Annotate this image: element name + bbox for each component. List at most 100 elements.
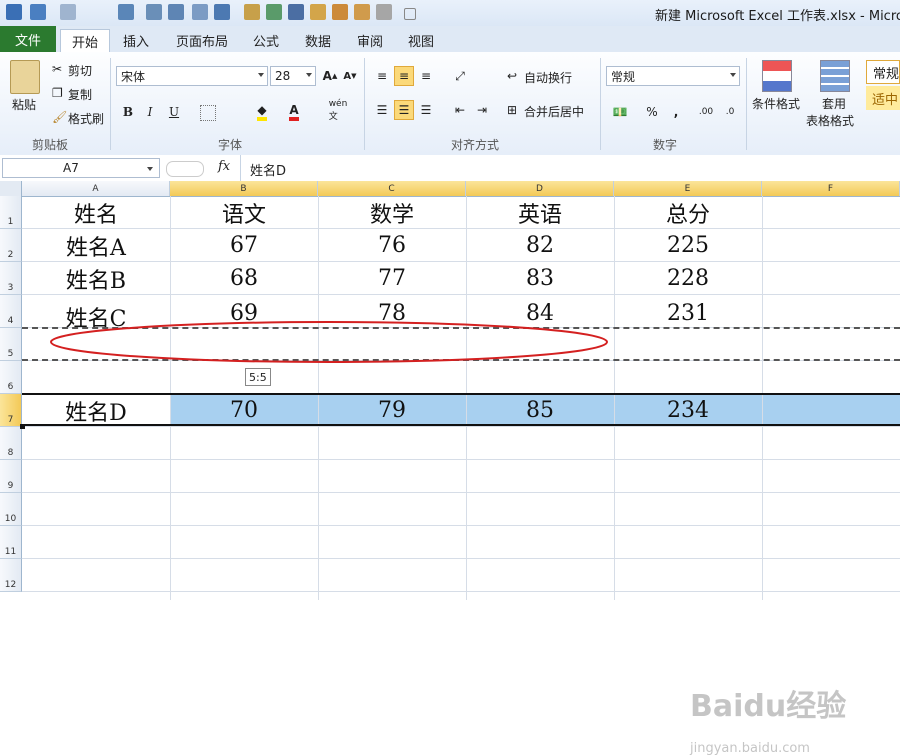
open-icon[interactable] — [310, 4, 326, 20]
decrease-decimal-icon[interactable]: .0 — [720, 102, 740, 122]
column-header-f[interactable]: F — [762, 181, 900, 196]
phonetic-icon[interactable]: wén 文 — [328, 99, 348, 122]
row-header-9[interactable]: 9 — [0, 460, 22, 493]
font-size-select[interactable]: 28 — [270, 66, 316, 86]
tab-formulas[interactable]: 公式 — [244, 29, 288, 52]
decrease-indent-icon[interactable]: ⇤ — [450, 100, 470, 120]
row-header-3[interactable]: 3 — [0, 262, 22, 295]
row-header-6[interactable]: 6 — [0, 361, 22, 394]
spreadsheet-grid[interactable]: A B C D E F 1 2 3 4 5 6 7 8 9 10 11 12 姓… — [0, 181, 900, 756]
row-header-10[interactable]: 10 — [0, 493, 22, 526]
cell-e3[interactable]: 228 — [614, 263, 762, 294]
style-neutral[interactable]: 适中 — [866, 86, 900, 110]
align-middle-icon[interactable]: ≡ — [394, 66, 414, 86]
font-name-select[interactable]: 宋体 — [116, 66, 268, 86]
row-header-5[interactable]: 5 — [0, 328, 22, 361]
tab-file[interactable]: 文件 — [0, 26, 56, 52]
table-format-label-b[interactable]: 表格格式 — [806, 112, 854, 129]
tab-page-layout[interactable]: 页面布局 — [168, 29, 236, 52]
macro-icon[interactable] — [266, 4, 282, 20]
paste-icon[interactable] — [10, 60, 40, 94]
cell-a1[interactable]: 姓名 — [22, 197, 170, 228]
cell-b1[interactable]: 语文 — [170, 197, 318, 228]
cut-button[interactable]: 剪切 — [68, 62, 92, 79]
format-painter-icon[interactable]: 🖌 — [52, 110, 67, 124]
bold-button[interactable]: B — [118, 102, 138, 122]
tab-insert[interactable]: 插入 — [114, 29, 158, 52]
formula-bar-resize-handle[interactable] — [166, 161, 204, 177]
copy-icon[interactable]: ❐ — [52, 86, 63, 100]
tab-review[interactable]: 审阅 — [348, 29, 392, 52]
fill-color-icon[interactable]: ◆ — [252, 102, 272, 122]
cell-c2[interactable]: 76 — [318, 230, 466, 261]
column-header-a[interactable]: A — [22, 181, 170, 196]
cell-b3[interactable]: 68 — [170, 263, 318, 294]
cell-a2[interactable]: 姓名A — [22, 230, 170, 261]
wrap-text-icon[interactable]: ↩ — [502, 66, 522, 86]
tab-view[interactable]: 视图 — [399, 29, 443, 52]
column-header-e[interactable]: E — [614, 181, 762, 196]
increase-indent-icon[interactable]: ⇥ — [472, 100, 492, 120]
align-right-icon[interactable]: ☰ — [416, 100, 436, 120]
cell-c1[interactable]: 数学 — [318, 197, 466, 228]
copy-button[interactable]: 复制 — [68, 86, 92, 103]
save-icon[interactable] — [6, 4, 22, 20]
merge-center-icon[interactable]: ⊞ — [502, 100, 522, 120]
shrink-font-button[interactable]: A ▼ — [340, 66, 360, 86]
table-icon[interactable] — [214, 4, 230, 20]
cell-e2[interactable]: 225 — [614, 230, 762, 261]
print-preview-icon[interactable] — [146, 4, 162, 20]
align-bottom-icon[interactable]: ≡ — [416, 66, 436, 86]
print-icon[interactable] — [168, 4, 184, 20]
form-icon[interactable] — [118, 4, 134, 20]
number-format-select[interactable]: 常规 — [606, 66, 740, 86]
cell-e1[interactable]: 总分 — [614, 197, 762, 228]
conditional-format-icon[interactable] — [762, 60, 792, 92]
format-painter-button[interactable]: 格式刷 — [68, 110, 104, 127]
cell-a3[interactable]: 姓名B — [22, 263, 170, 294]
redo-icon[interactable] — [60, 4, 76, 20]
orientation-icon[interactable]: ⤢ — [450, 66, 470, 86]
currency-icon[interactable]: 💵 — [610, 102, 630, 122]
conditional-format-button[interactable]: 条件格式 — [752, 95, 800, 112]
fill-handle[interactable] — [20, 424, 25, 429]
filter-icon[interactable] — [288, 4, 304, 20]
undo-icon[interactable] — [30, 4, 46, 20]
preview-icon[interactable] — [192, 4, 208, 20]
tools-icon[interactable] — [332, 4, 348, 20]
align-center-icon[interactable]: ☰ — [394, 100, 414, 120]
paste-button[interactable]: 粘贴 — [12, 96, 36, 113]
column-header-c[interactable]: C — [318, 181, 466, 196]
select-all-corner[interactable] — [0, 181, 22, 196]
column-header-b[interactable]: B — [170, 181, 318, 196]
customize-toolbar-icon[interactable] — [404, 8, 416, 20]
share-icon[interactable] — [354, 4, 370, 20]
row-header-12[interactable]: 12 — [0, 559, 22, 592]
scissors-icon[interactable]: ✂ — [52, 62, 62, 76]
tab-data[interactable]: 数据 — [296, 29, 340, 52]
row-header-11[interactable]: 11 — [0, 526, 22, 559]
borders-icon[interactable] — [200, 105, 216, 121]
wrap-text-button[interactable]: 自动换行 — [524, 69, 572, 86]
brush-icon[interactable] — [244, 4, 260, 20]
row-header-2[interactable]: 2 — [0, 229, 22, 262]
cell-d2[interactable]: 82 — [466, 230, 614, 261]
formula-input[interactable]: 姓名D — [250, 160, 286, 179]
cell-e4[interactable]: 231 — [614, 301, 762, 327]
underline-button[interactable]: U — [164, 102, 184, 122]
italic-button[interactable]: I — [140, 102, 160, 122]
font-color-icon[interactable]: A — [284, 102, 304, 122]
comma-button[interactable]: , — [666, 102, 686, 122]
cell-d3[interactable]: 83 — [466, 263, 614, 294]
cell-b2[interactable]: 67 — [170, 230, 318, 261]
percent-button[interactable]: % — [642, 102, 662, 122]
align-left-icon[interactable]: ☰ — [372, 100, 392, 120]
increase-decimal-icon[interactable]: .00 — [696, 102, 716, 122]
tab-home[interactable]: 开始 — [60, 29, 110, 53]
align-top-icon[interactable]: ≡ — [372, 66, 392, 86]
cell-c3[interactable]: 77 — [318, 263, 466, 294]
insert-function-button[interactable]: fx — [218, 159, 230, 174]
style-normal[interactable]: 常规 — [866, 60, 900, 84]
table-format-label-a[interactable]: 套用 — [822, 95, 846, 112]
grow-font-button[interactable]: A ▲ — [320, 66, 340, 86]
